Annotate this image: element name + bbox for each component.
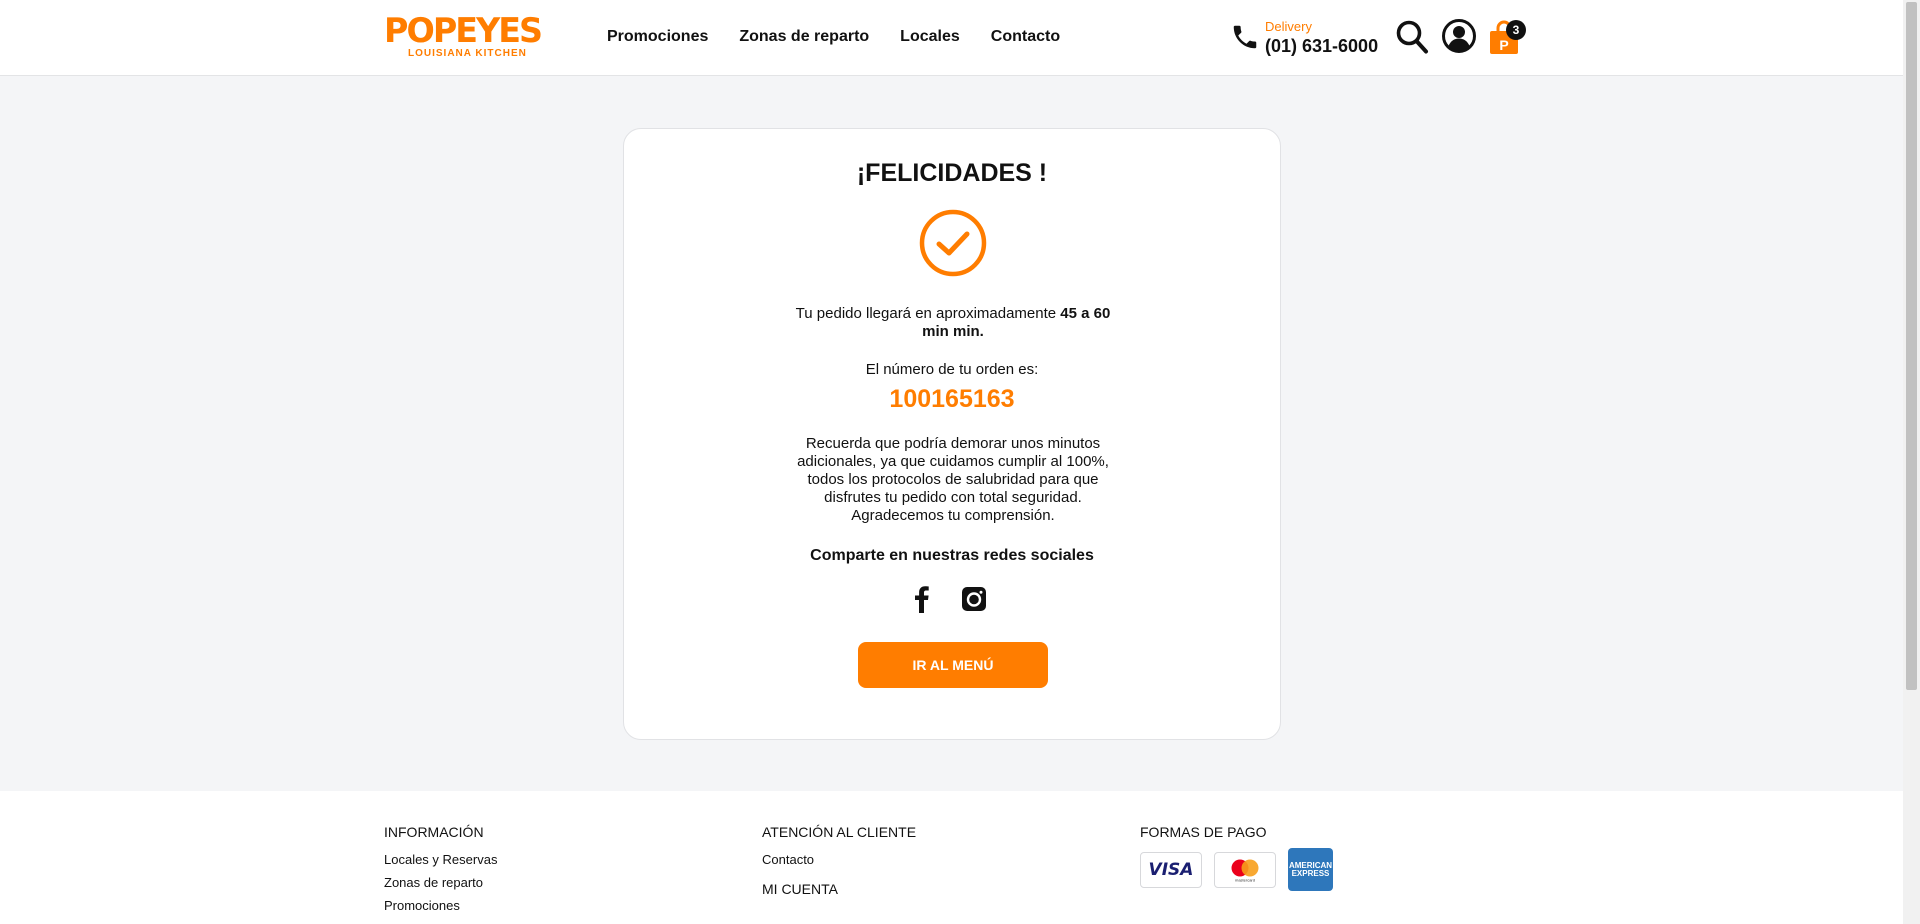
nav-promociones[interactable]: Promociones <box>607 28 708 50</box>
footer-link-contacto[interactable]: Contacto <box>762 852 916 867</box>
footer-account-heading: MI CUENTA <box>762 881 838 897</box>
payment-methods: VISA mastercard AMERICAN EXPRESS <box>1140 848 1333 891</box>
svg-text:P: P <box>1499 37 1508 53</box>
user-account-icon[interactable] <box>1442 19 1476 53</box>
share-heading: Comparte en nuestras redes sociales <box>810 547 1094 564</box>
check-circle-icon <box>919 209 987 277</box>
footer-payments-heading: FORMAS DE PAGO <box>1140 824 1267 840</box>
mastercard-logo: mastercard <box>1231 859 1259 883</box>
visa-card-icon: VISA <box>1140 852 1202 888</box>
footer-customer-heading: ATENCIÓN AL CLIENTE <box>762 824 917 840</box>
mastercard-icon: mastercard <box>1214 852 1276 888</box>
delivery-eta-message: Tu pedido llegará en aproximadamente 45 … <box>788 305 1118 341</box>
footer-link-promociones[interactable]: Promociones <box>384 898 497 913</box>
search-icon[interactable] <box>1395 19 1429 55</box>
amex-card-icon: AMERICAN EXPRESS <box>1288 848 1333 891</box>
nav-zonas-de-reparto[interactable]: Zonas de reparto <box>739 28 869 50</box>
facebook-icon[interactable] <box>907 584 937 614</box>
order-confirmation-card: ¡FELICIDADES ! Tu pedido llegará en apro… <box>623 128 1281 740</box>
delivery-phone-number: (01) 631-6000 <box>1265 36 1379 56</box>
delay-reminder-text: Recuerda que podría demorar unos minutos… <box>797 435 1109 524</box>
footer-payments-column: FORMAS DE PAGO VISA mastercard AMERICAN … <box>1140 824 1333 891</box>
logo-wordmark: POPEYES <box>384 11 543 51</box>
order-number-label: El número de tu orden es: <box>865 361 1039 378</box>
footer-link-zonas[interactable]: Zonas de reparto <box>384 875 497 890</box>
cart-button[interactable]: P 3 <box>1488 18 1528 56</box>
popeyes-logo[interactable]: POPEYES LOUISIANA KITCHEN <box>384 14 550 60</box>
nav-locales[interactable]: Locales <box>900 28 960 50</box>
main-nav: Promociones Zonas de reparto Locales Con… <box>607 28 1060 50</box>
footer-info-column: INFORMACIÓN Locales y Reservas Zonas de … <box>384 824 497 921</box>
delivery-phone-block[interactable]: Delivery (01) 631-6000 <box>1230 18 1382 58</box>
order-number: 100165163 <box>889 385 1015 413</box>
mastercard-text: mastercard <box>1235 878 1255 883</box>
go-to-menu-button[interactable]: IR AL MENÚ <box>858 642 1048 688</box>
page-scrollbar[interactable] <box>1903 0 1920 924</box>
delivery-label: Delivery <box>1265 19 1312 34</box>
footer-customer-column: ATENCIÓN AL CLIENTE Contacto MI CUENTA <box>762 824 916 909</box>
scrollbar-thumb[interactable] <box>1906 2 1917 690</box>
instagram-icon[interactable] <box>959 584 989 614</box>
site-header: POPEYES LOUISIANA KITCHEN Promociones Zo… <box>0 0 1903 76</box>
site-footer: INFORMACIÓN Locales y Reservas Zonas de … <box>0 791 1903 924</box>
phone-icon <box>1233 25 1257 49</box>
nav-contacto[interactable]: Contacto <box>991 28 1060 50</box>
confirmation-title: ¡FELICIDADES ! <box>856 159 1048 187</box>
cart-count-badge: 3 <box>1506 20 1526 40</box>
footer-info-heading: INFORMACIÓN <box>384 824 484 840</box>
footer-link-locales[interactable]: Locales y Reservas <box>384 852 497 867</box>
eta-prefix: Tu pedido llegará en aproximadamente <box>795 305 1061 322</box>
